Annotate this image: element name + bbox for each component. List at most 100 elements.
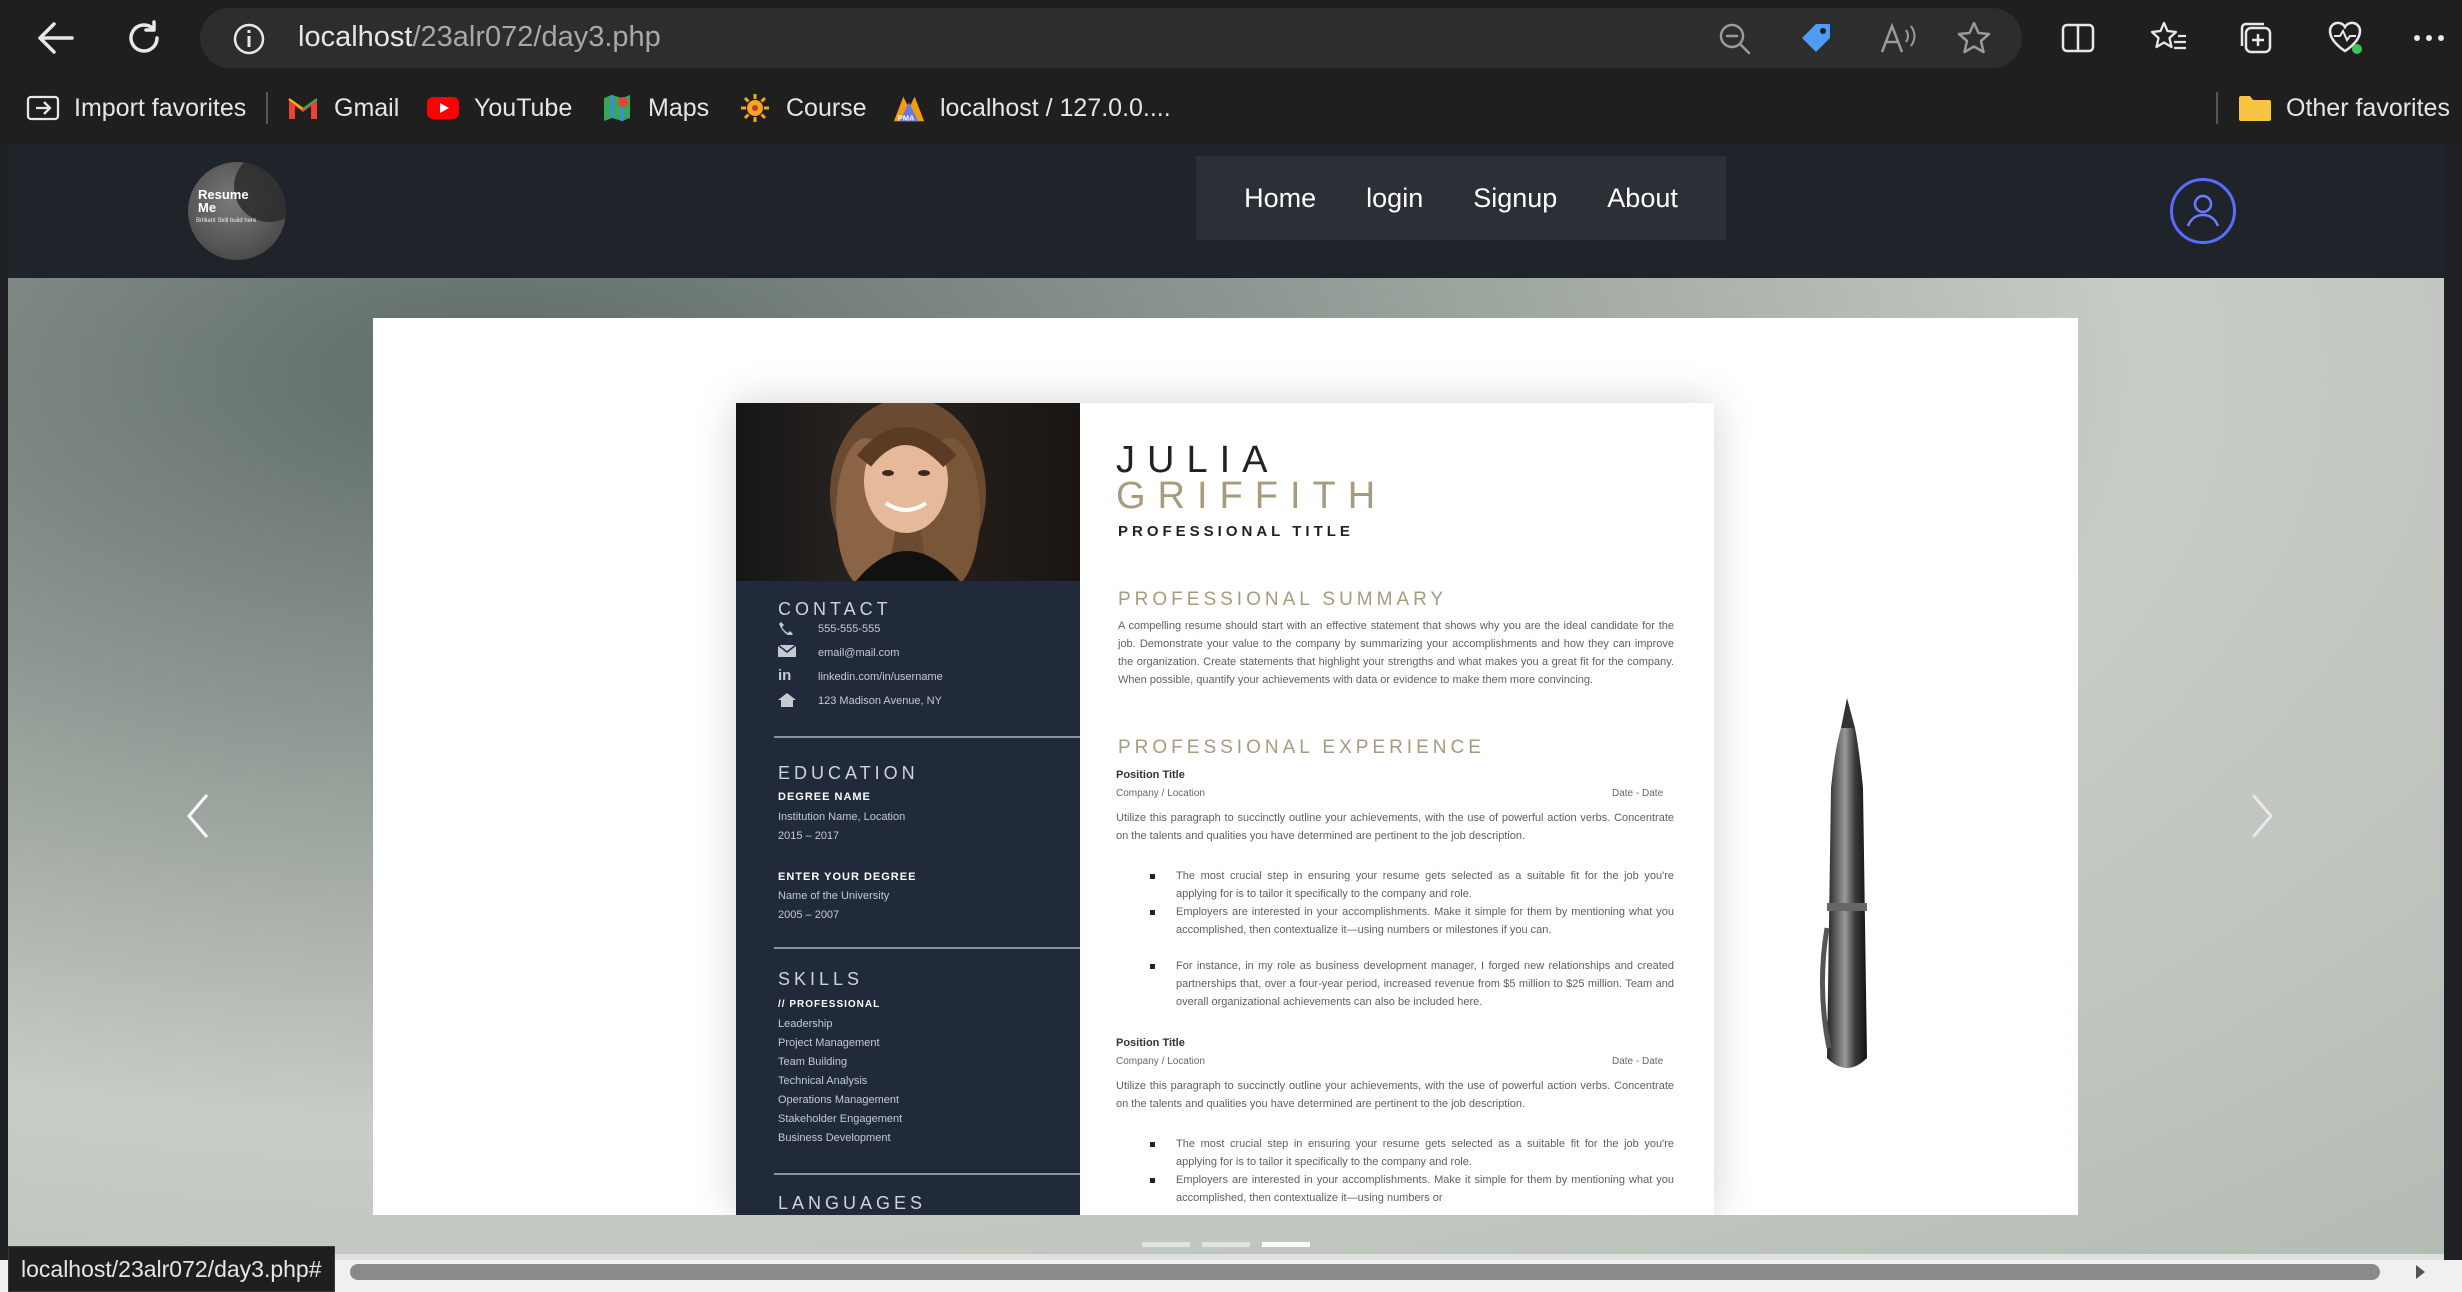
status-bar-url: localhost/23alr072/day3.php# xyxy=(8,1246,335,1292)
institution-1: Institution Name, Location xyxy=(778,811,906,823)
read-aloud-icon[interactable] xyxy=(1878,20,1918,56)
skill-item: Operations Management xyxy=(778,1094,900,1106)
contact-linkedin: linkedin.com/in/username xyxy=(818,671,943,683)
carousel-next-button[interactable] xyxy=(2232,776,2292,856)
coupon-tag-icon[interactable] xyxy=(1798,20,1834,56)
phone-icon xyxy=(779,622,793,635)
skill-item: Stakeholder Engagement xyxy=(778,1113,903,1125)
email-icon xyxy=(778,645,796,657)
favorite-star-icon[interactable] xyxy=(1956,20,1992,56)
resume-template-image: CONTACT 555-555-555 email@mail.com in li… xyxy=(736,403,1714,1215)
fav-gmail[interactable]: Gmail xyxy=(286,88,399,128)
scroll-right-arrow-icon[interactable] xyxy=(2410,1262,2430,1282)
degree-2: ENTER YOUR DEGREE xyxy=(778,871,917,883)
summary-heading: PROFESSIONAL SUMMARY xyxy=(1118,589,1448,610)
fav-course-label: Course xyxy=(786,93,867,122)
carousel-indicator[interactable] xyxy=(1142,1242,1190,1247)
url-host: localhost xyxy=(298,21,413,53)
fav-phpmyadmin[interactable]: PMA localhost / 127.0.0.... xyxy=(892,88,1171,128)
address-bar[interactable]: localhost/23alr072/day3.php xyxy=(200,8,2022,68)
youtube-icon xyxy=(426,91,460,125)
position-title: Position Title xyxy=(1116,1037,1185,1049)
nav-login[interactable]: login xyxy=(1366,183,1423,214)
fav-other-favorites[interactable]: Other favorites xyxy=(2238,88,2450,128)
years-1: 2015 – 2017 xyxy=(778,830,840,842)
logo-tagline: Brilliant Skill build here xyxy=(196,218,257,224)
browser-essentials-icon[interactable] xyxy=(2326,18,2364,56)
refresh-icon xyxy=(129,20,159,53)
skill-item: Business Development xyxy=(778,1132,891,1144)
resume-title: PROFESSIONAL TITLE xyxy=(1118,523,1354,540)
carousel-indicator[interactable] xyxy=(1202,1242,1250,1247)
fav-import-label: Import favorites xyxy=(74,93,247,122)
position-dates: Date - Date xyxy=(1612,788,1664,799)
experience-text: Utilize this paragraph to succinctly out… xyxy=(1116,812,1674,842)
pen-image xyxy=(1819,698,1867,1068)
site-logo[interactable]: Resume Me Brilliant Skill build here xyxy=(188,162,286,260)
years-2: 2005 – 2007 xyxy=(778,909,840,921)
experience-bullet: For instance, in my role as business dev… xyxy=(1150,957,1674,1011)
institution-2: Name of the University xyxy=(778,890,890,902)
nav-signup[interactable]: Signup xyxy=(1473,183,1557,214)
skill-item: Team Building xyxy=(778,1056,848,1068)
sidebar-divider xyxy=(774,947,1080,949)
site-info-icon[interactable] xyxy=(232,22,266,56)
split-screen-icon[interactable] xyxy=(2060,20,2096,56)
web-page: Resume Me Brilliant Skill build here Hom… xyxy=(8,144,2444,1260)
zoom-out-icon[interactable] xyxy=(1718,22,1752,56)
fav-course[interactable]: Course xyxy=(738,88,867,128)
education-heading: EDUCATION xyxy=(778,763,919,783)
nav-home[interactable]: Home xyxy=(1244,183,1316,214)
chevron-left-icon xyxy=(187,794,209,838)
site-navbar: Resume Me Brilliant Skill build here Hom… xyxy=(8,144,2444,278)
user-profile-button[interactable] xyxy=(2170,178,2236,244)
more-options-icon[interactable] xyxy=(2412,26,2446,50)
contact-phone: 555-555-555 xyxy=(818,623,881,635)
skill-item: Technical Analysis xyxy=(778,1075,868,1087)
main-nav: Home login Signup About xyxy=(1196,156,1726,240)
experience-heading: PROFESSIONAL EXPERIENCE xyxy=(1118,737,1485,758)
fav-divider-right xyxy=(2216,92,2218,124)
sidebar-divider xyxy=(774,1173,1080,1175)
skills-subheading: // PROFESSIONAL xyxy=(778,999,881,1010)
url-text[interactable]: localhost/23alr072/day3.php xyxy=(298,21,661,54)
company-location: Company / Location xyxy=(1116,788,1205,799)
profile-photo xyxy=(736,403,1080,581)
back-button[interactable] xyxy=(28,10,84,66)
position-dates: Date - Date xyxy=(1612,1056,1664,1067)
refresh-button[interactable] xyxy=(116,10,172,66)
back-arrow-icon xyxy=(38,22,74,54)
degree-1: DEGREE NAME xyxy=(778,791,871,803)
carousel-prev-button[interactable] xyxy=(168,776,228,856)
folder-icon xyxy=(2238,91,2272,125)
user-avatar-icon xyxy=(2186,194,2220,227)
svg-text:PMA: PMA xyxy=(898,113,915,122)
contact-heading: CONTACT xyxy=(778,599,892,619)
fav-youtube[interactable]: YouTube xyxy=(426,88,572,128)
fav-divider xyxy=(266,92,268,124)
languages-heading: LANGUAGES xyxy=(778,1193,927,1213)
fav-maps-label: Maps xyxy=(648,93,710,122)
gmail-icon xyxy=(286,91,320,125)
company-location: Company / Location xyxy=(1116,1056,1205,1067)
fav-import[interactable]: Import favorites xyxy=(26,88,246,128)
carousel-indicator-active[interactable] xyxy=(1262,1242,1310,1247)
experience-bullet: Employers are interested in your accompl… xyxy=(1150,1171,1674,1207)
fav-maps[interactable]: Maps xyxy=(600,88,709,128)
logo-text-2: Me xyxy=(198,200,217,215)
course-icon xyxy=(738,91,772,125)
experience-bullet: The most crucial step in ensuring your r… xyxy=(1150,1135,1674,1171)
experience-bullet: Employers are interested in your accompl… xyxy=(1150,903,1674,939)
contact-email: email@mail.com xyxy=(818,647,900,659)
sidebar-divider xyxy=(774,736,1080,738)
fav-phpmyadmin-label: localhost / 127.0.0.... xyxy=(940,93,1171,122)
nav-about[interactable]: About xyxy=(1607,183,1678,214)
fav-other-label: Other favorites xyxy=(2286,93,2450,122)
collections-icon[interactable] xyxy=(2238,20,2274,56)
favorites-list-icon[interactable] xyxy=(2150,20,2188,56)
resume-last-name: GRIFFITH xyxy=(1116,475,1388,517)
horizontal-scroll-thumb[interactable] xyxy=(350,1264,2380,1280)
skill-item: Leadership xyxy=(778,1018,833,1030)
home-icon xyxy=(778,693,796,707)
carousel-slide: CONTACT 555-555-555 email@mail.com in li… xyxy=(373,318,2078,1215)
